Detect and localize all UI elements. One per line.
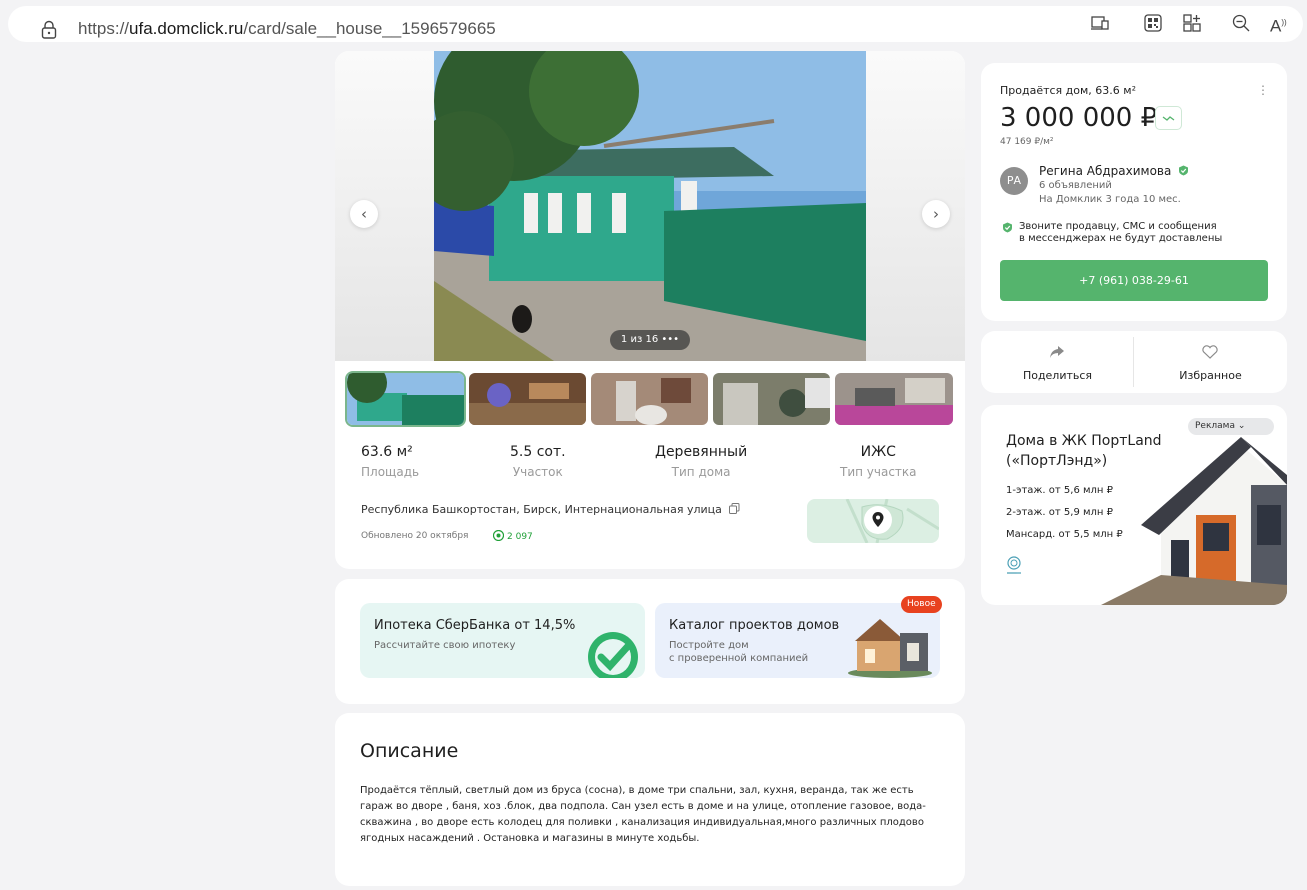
share-label: Поделиться xyxy=(1022,369,1093,382)
stat-plot-type: ИЖС Тип участка xyxy=(840,444,917,479)
address-text: Республика Башкортостан, Бирск, Интернац… xyxy=(361,503,722,516)
verified-icon xyxy=(1179,165,1189,176)
thumbnail-1[interactable] xyxy=(347,373,464,425)
main-photo[interactable] xyxy=(434,51,866,361)
url-text[interactable]: https://ufa.domclick.ru/card/sale__house… xyxy=(78,19,496,39)
property-stats: 63.6 м² Площадь 5.5 сот. Участок Деревян… xyxy=(335,444,965,484)
seller-name[interactable]: Регина Абдрахимова xyxy=(1039,164,1189,178)
catalog-promo-subtitle: Постройте дом с проверенной компанией xyxy=(669,640,809,664)
ad-title: Дома в ЖК ПортLand («ПортЛэнд») xyxy=(1006,433,1162,469)
new-badge: Новое xyxy=(901,596,942,613)
promo-card: Ипотека СберБанка от 14,5% Рассчитайте с… xyxy=(335,579,965,704)
catalog-promo[interactable]: Каталог проектов домов Постройте дом с п… xyxy=(655,603,940,678)
prev-photo-button[interactable]: ‹ xyxy=(350,200,378,228)
photo-counter: 1 из 16 ••• xyxy=(610,330,690,350)
stat-house-type-value: Деревянный xyxy=(655,444,748,460)
price: 3 000 000 ₽ xyxy=(1000,103,1158,133)
share-icon xyxy=(1050,346,1064,358)
stat-plot-value: 5.5 сот. xyxy=(510,444,566,460)
stat-area: 63.6 м² Площадь xyxy=(361,444,419,479)
updated-date: Обновлено 20 октября xyxy=(361,531,469,541)
notice-line-1: Звоните продавцу, СМС и сообщения xyxy=(1019,221,1217,232)
price-per-m2: 47 169 ₽/м² xyxy=(1000,137,1054,147)
photo-frame: ‹ › 1 из 16 ••• xyxy=(335,51,965,361)
thumbnail-3[interactable] xyxy=(591,373,708,425)
ad-label[interactable]: Реклама ⌄ xyxy=(1188,418,1274,435)
qr-code-icon[interactable] xyxy=(1143,13,1163,33)
stat-area-value: 63.6 м² xyxy=(361,444,413,460)
device-preview-icon[interactable] xyxy=(1090,13,1110,33)
stat-house-type: Деревянный Тип дома xyxy=(655,444,747,479)
listing-title: Продаётся дом, 63.6 м² xyxy=(1000,84,1136,97)
ad-card[interactable]: Реклама ⌄ Дома в ЖК ПортLand («ПортЛэнд»… xyxy=(981,405,1287,605)
price-history-button[interactable] xyxy=(1155,106,1182,130)
read-aloud-icon[interactable]: A)) xyxy=(1270,13,1307,33)
thumbnail-strip xyxy=(347,373,953,425)
seller-avatar[interactable]: РА xyxy=(1000,167,1028,195)
stat-plot-type-label: Тип участка xyxy=(840,465,917,479)
description-text: Продаётся тёплый, светлый дом из бруса (… xyxy=(360,785,926,844)
views-count: 2 097 xyxy=(492,529,533,542)
share-button[interactable]: Поделиться xyxy=(981,331,1134,393)
stat-house-type-label: Тип дома xyxy=(671,465,731,479)
apps-add-icon[interactable] xyxy=(1182,13,1202,33)
thumbnail-5[interactable] xyxy=(835,373,953,425)
ad-price-line-2: 2-этаж. от 5,9 млн ₽ xyxy=(1006,507,1113,518)
chevron-down-icon: ⌄ xyxy=(1237,421,1246,431)
stat-plot: 5.5 сот. Участок xyxy=(510,444,566,479)
catalog-promo-title: Каталог проектов домов xyxy=(669,618,840,633)
browser-toolbar: https://ufa.domclick.ru/card/sale__house… xyxy=(0,0,1307,46)
messaging-notice: Звоните продавцу, СМС и сообщения в месс… xyxy=(1002,221,1222,245)
description-card: Описание Продаётся тёплый, светлый дом и… xyxy=(335,713,965,886)
mortgage-promo[interactable]: Ипотека СберБанка от 14,5% Рассчитайте с… xyxy=(360,603,645,678)
favorite-label: Избранное xyxy=(1179,369,1242,382)
developer-logo-icon xyxy=(1007,556,1021,574)
thumbnail-4[interactable] xyxy=(713,373,830,425)
thumbnail-2[interactable] xyxy=(469,373,586,425)
map-thumbnail[interactable] xyxy=(807,499,939,543)
heart-icon xyxy=(1202,345,1218,359)
zoom-out-icon[interactable] xyxy=(1231,13,1251,33)
next-photo-button[interactable]: › xyxy=(922,200,950,228)
gallery-card: ‹ › 1 из 16 ••• 63.6 м² Площадь 5.5 сот.… xyxy=(335,51,965,569)
stat-plot-type-value: ИЖС xyxy=(860,444,896,460)
ad-price-line-1: 1-этаж. от 5,6 млн ₽ xyxy=(1006,485,1113,496)
sber-logo-icon xyxy=(588,632,638,678)
mortgage-promo-title: Ипотека СберБанка от 14,5% xyxy=(374,618,576,633)
ad-price-line-3: Мансард. от 5,5 млн ₽ xyxy=(1006,529,1123,540)
eye-icon xyxy=(492,529,505,542)
mortgage-promo-subtitle: Рассчитайте свою ипотеку xyxy=(374,640,516,651)
address: Республика Башкортостан, Бирск, Интернац… xyxy=(361,503,740,516)
seller-tenure: На Домклик 3 года 10 мес. xyxy=(1039,194,1181,205)
notice-line-2: в мессенджерах не будут доставлены xyxy=(1019,233,1223,244)
house-illustration-icon xyxy=(848,619,932,678)
favorite-button[interactable]: Избранное xyxy=(1134,331,1287,393)
show-phone-button[interactable]: +7 (961) 038-29-61 xyxy=(1000,260,1268,301)
price-card: Продаётся дом, 63.6 м² ⋮ 3 000 000 ₽ 47 … xyxy=(981,63,1287,321)
actions-card: Поделиться Избранное xyxy=(981,331,1287,393)
shield-check-icon xyxy=(1003,222,1012,233)
views-value: 2 097 xyxy=(507,532,533,542)
trend-icon xyxy=(1162,116,1175,121)
copy-icon[interactable] xyxy=(729,503,740,514)
seller-ads-count[interactable]: 6 объявлений xyxy=(1039,180,1112,191)
lock-icon[interactable] xyxy=(40,20,58,40)
stat-area-label: Площадь xyxy=(361,465,420,479)
description-title: Описание xyxy=(360,740,459,762)
seller-name-text: Регина Абдрахимова xyxy=(1039,164,1172,178)
more-menu-icon[interactable]: ⋮ xyxy=(1257,83,1269,97)
stat-plot-label: Участок xyxy=(512,465,563,479)
